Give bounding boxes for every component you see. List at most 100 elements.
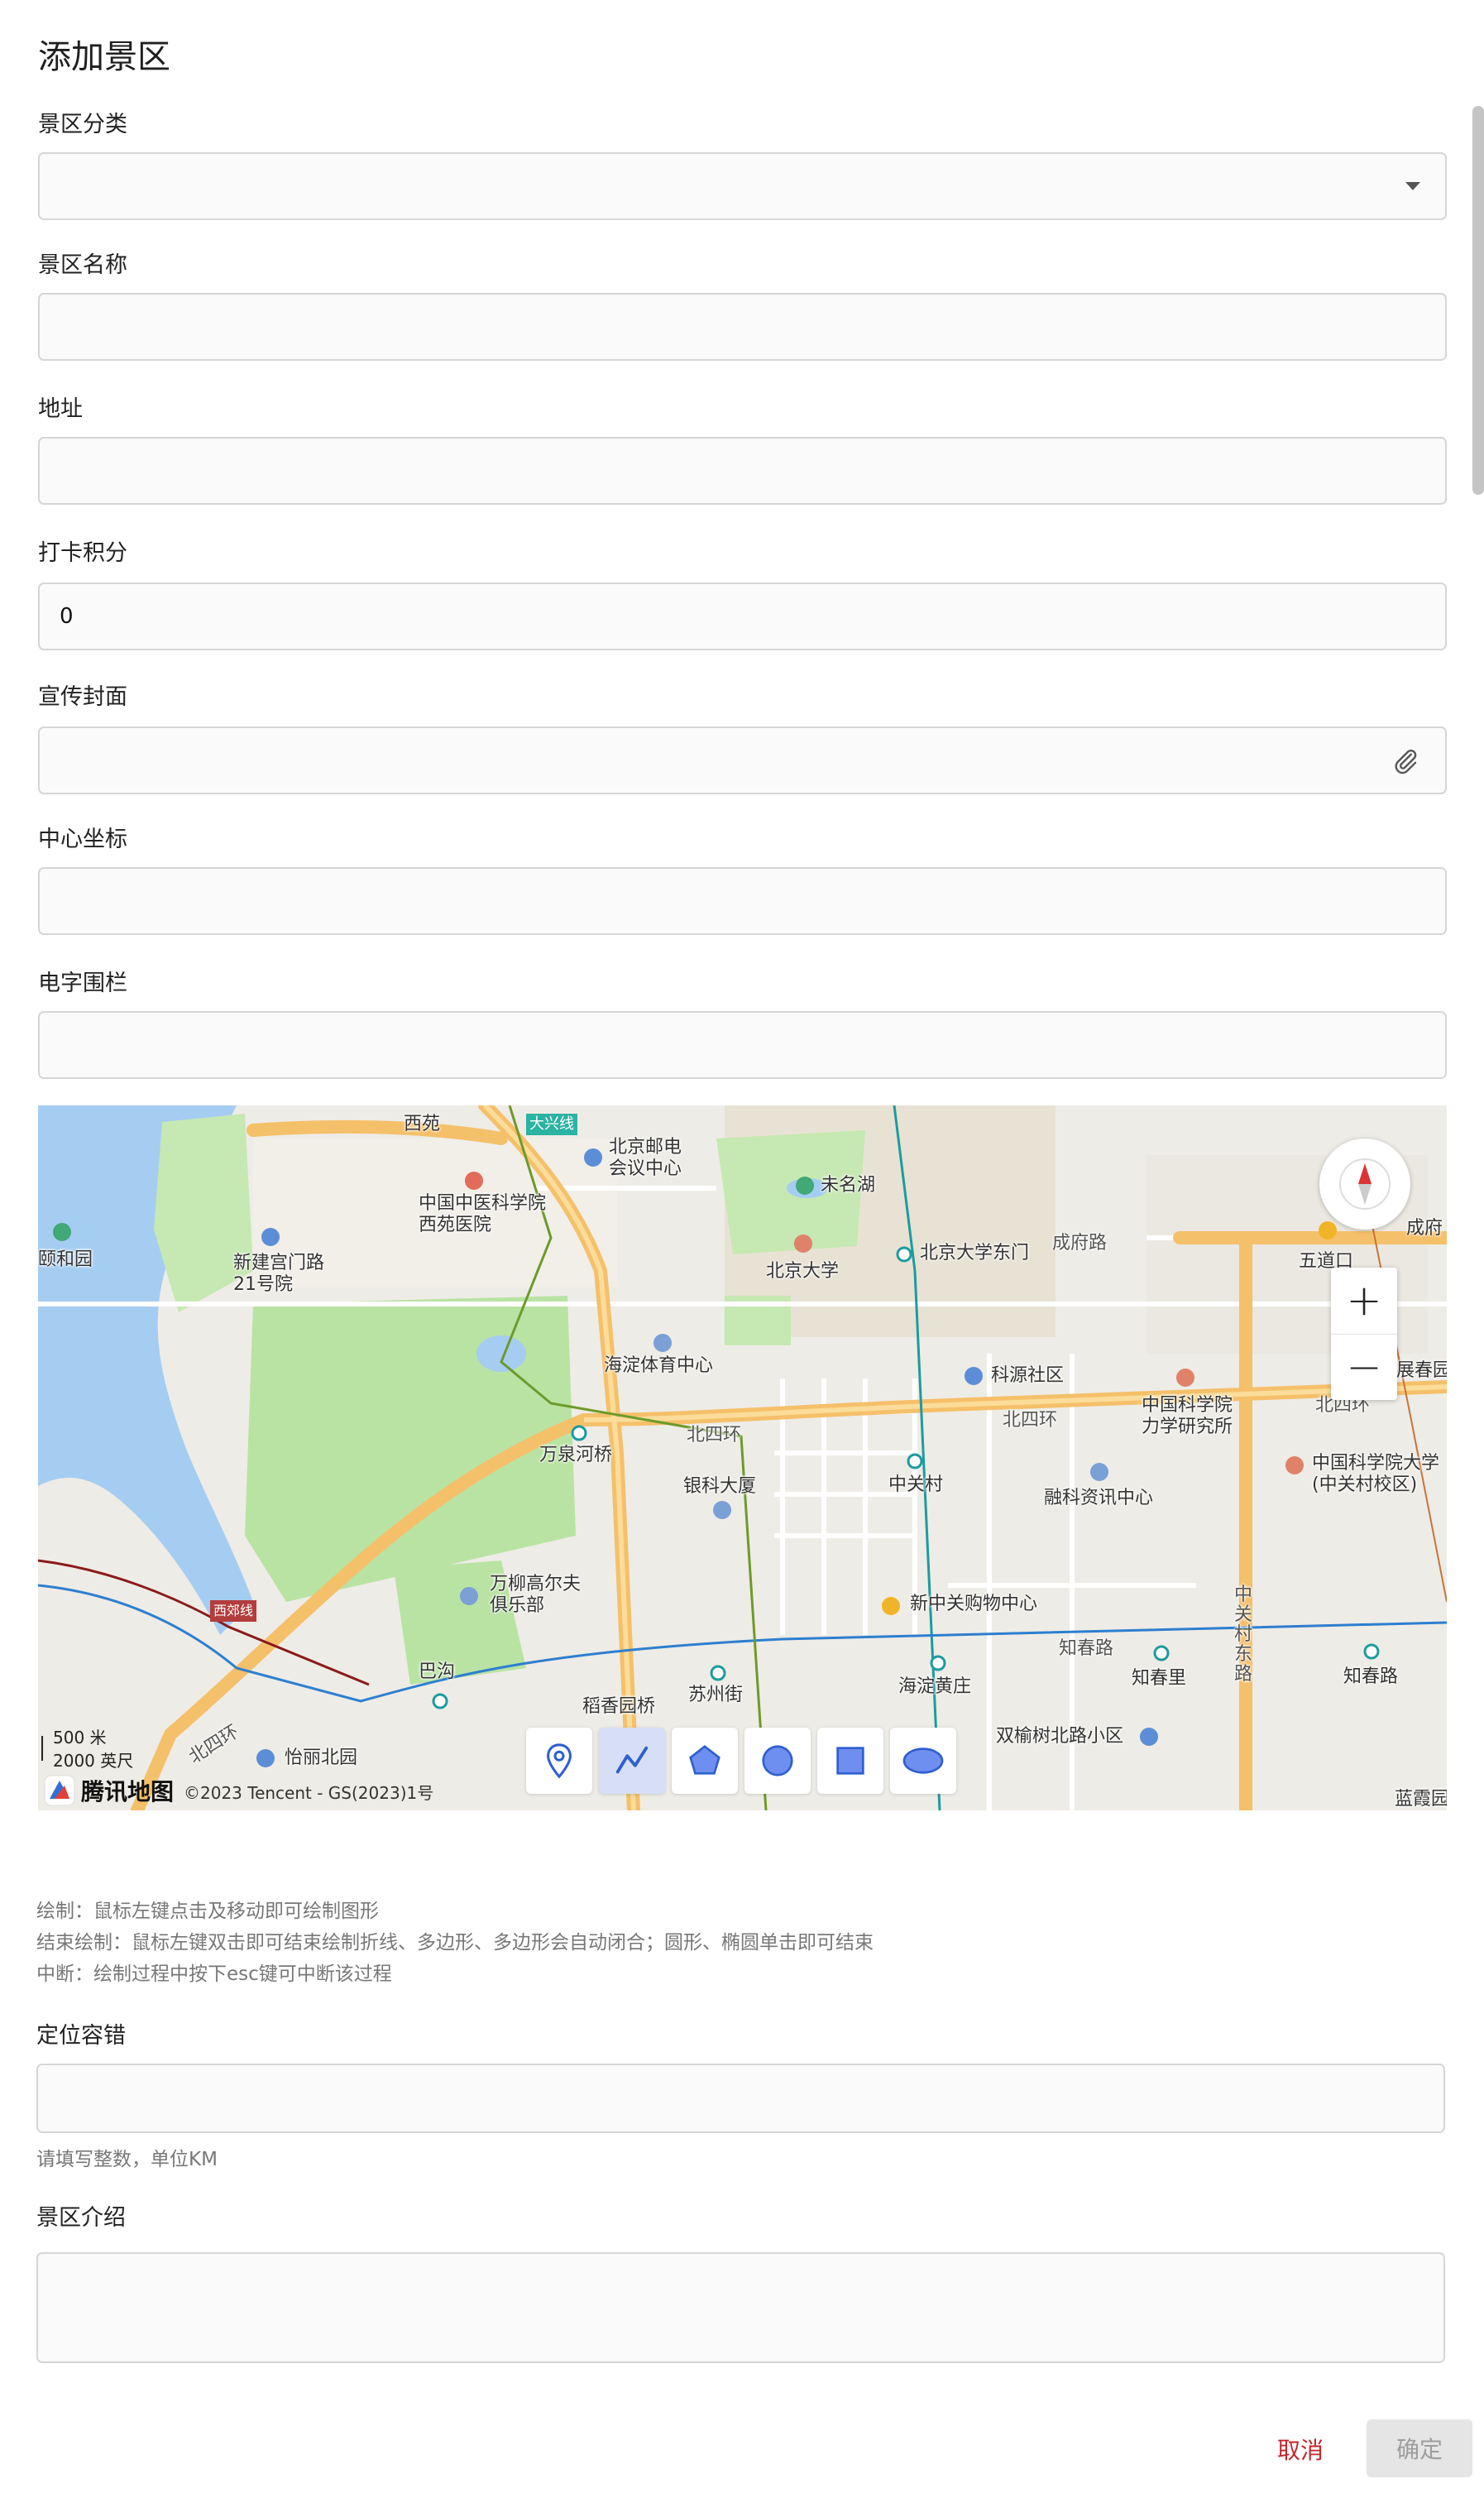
intro-textarea[interactable]	[36, 2252, 1445, 2363]
help-finish: 结束绘制：鼠标左键双击即可结束绘制折线、多边形、多边形会自动闭合；圆形、椭圆单击…	[36, 1932, 874, 1954]
cancel-button[interactable]: 取消	[1257, 2423, 1343, 2476]
fence-label: 电字围栏	[38, 971, 127, 996]
confirm-button[interactable]: 确定	[1367, 2419, 1472, 2477]
poi-label: 双榆树北路小区	[996, 1726, 1124, 1747]
category-label: 景区分类	[38, 112, 127, 137]
zoom-control: + −	[1331, 1268, 1397, 1400]
poi-label: 北京大学	[766, 1261, 840, 1282]
subway-line-badge: 西郊线	[210, 1600, 257, 1622]
name-field[interactable]	[38, 293, 1447, 361]
poi-label: 苏州街	[688, 1685, 744, 1705]
rectangle-icon	[836, 1747, 864, 1775]
poi-label: 蓝霞园	[1395, 1789, 1447, 1810]
poi-label: 颐和园	[38, 1249, 93, 1270]
poi-label: 未名湖	[821, 1175, 876, 1196]
cover-upload-field[interactable]	[38, 726, 1447, 794]
center-field[interactable]	[38, 867, 1447, 935]
poi-label: 知春路	[1343, 1666, 1399, 1687]
draw-polyline-button[interactable]	[599, 1728, 665, 1794]
poi-label: 西苑	[404, 1114, 441, 1134]
page-scrollbar[interactable]	[1472, 106, 1484, 495]
stadium-poi-icon	[653, 1334, 672, 1352]
fence-input[interactable]	[60, 1033, 1445, 1057]
circle-icon	[762, 1745, 793, 1776]
poi-label: 知春里	[1132, 1668, 1187, 1689]
zoom-in-button[interactable]: +	[1331, 1268, 1397, 1334]
road-label: 成府路	[1052, 1233, 1108, 1254]
compass-icon	[1339, 1158, 1391, 1210]
poi-label: 展春园	[1396, 1360, 1447, 1381]
poi-label: 海淀体育中心	[604, 1355, 714, 1376]
draw-toolbar	[526, 1728, 956, 1794]
scale-legend: 500 米 2000 英尺	[45, 1726, 133, 1772]
poi-label: 融科资讯中心	[1044, 1488, 1154, 1508]
polygon-icon	[689, 1745, 720, 1775]
shopping-poi-icon	[882, 1597, 900, 1615]
poi-label: 新中关购物中心	[910, 1594, 1038, 1614]
poi-label: 稻香园桥	[582, 1696, 656, 1717]
residence-poi-icon	[965, 1367, 983, 1385]
tolerance-input[interactable]	[58, 2086, 1443, 2111]
name-input[interactable]	[60, 314, 1445, 339]
points-value: 0	[60, 604, 74, 629]
poi-label: 成府	[1406, 1218, 1443, 1239]
draw-marker-button[interactable]	[526, 1728, 592, 1794]
tolerance-hint: 请填写整数，单位KM	[36, 2149, 218, 2170]
tolerance-label: 定位容错	[36, 2023, 126, 2049]
poi-label: 中国中医科学院西苑医院	[419, 1193, 547, 1235]
poi-label: 银科大厦	[683, 1476, 757, 1497]
residence-poi-icon	[261, 1228, 280, 1246]
map-brand: 腾讯地图	[43, 1774, 174, 1807]
page-title: 添加景区	[38, 38, 170, 76]
help-interrupt: 中断：绘制过程中按下esc键可中断该过程	[36, 1963, 392, 1985]
university-poi-icon	[1285, 1456, 1304, 1474]
poi-label: 万泉河桥	[539, 1445, 613, 1465]
scale-metric: 500 米	[53, 1728, 107, 1747]
address-input[interactable]	[60, 458, 1445, 483]
draw-ellipse-button[interactable]	[890, 1728, 956, 1794]
hotel-poi-icon	[584, 1148, 602, 1167]
park-poi-icon	[53, 1223, 71, 1241]
office-poi-icon	[1090, 1463, 1108, 1481]
points-field[interactable]: 0	[38, 582, 1447, 650]
intro-label: 景区介绍	[36, 2205, 126, 2231]
road-label: 中关村东路	[1234, 1584, 1253, 1685]
category-select[interactable]	[38, 152, 1447, 220]
institute-poi-icon	[1176, 1369, 1194, 1387]
fence-map[interactable]: 西苑 大兴线 北京邮电会议中心 未名湖 中国中医科学院西苑医院 颐和园 新建宫门…	[38, 1105, 1447, 1810]
map-copyright: ©2023 Tencent - GS(2023)1号	[184, 1783, 434, 1803]
poi-label: 北京大学东门	[920, 1243, 1030, 1263]
ellipse-icon	[902, 1747, 944, 1774]
university-poi-icon	[794, 1235, 812, 1253]
compass-control[interactable]	[1319, 1139, 1410, 1230]
center-input[interactable]	[60, 889, 1445, 913]
road-label: 北四环	[687, 1425, 742, 1445]
fence-field[interactable]	[38, 1011, 1447, 1079]
residence-poi-icon	[1140, 1728, 1158, 1746]
poi-label: 北京邮电会议中心	[609, 1137, 682, 1179]
tolerance-field[interactable]	[36, 2064, 1445, 2133]
scenic-poi-icon	[796, 1177, 814, 1195]
polyline-icon	[615, 1746, 649, 1774]
draw-circle-button[interactable]	[744, 1728, 811, 1794]
address-label: 地址	[38, 396, 83, 422]
paperclip-icon[interactable]	[1391, 746, 1420, 782]
tencent-map-logo-icon	[44, 1775, 75, 1806]
marker-icon	[547, 1743, 572, 1779]
address-field[interactable]	[38, 437, 1447, 505]
scale-bar	[41, 1736, 43, 1761]
cover-label: 宣传封面	[38, 684, 127, 710]
poi-label: 中国科学院力学研究所	[1142, 1395, 1233, 1437]
draw-polygon-button[interactable]	[672, 1728, 738, 1794]
draw-rectangle-button[interactable]	[817, 1728, 883, 1794]
road-label: 知春路	[1059, 1638, 1114, 1659]
office-poi-icon	[713, 1501, 731, 1519]
hospital-poi-icon	[465, 1172, 483, 1190]
poi-label: 科源社区	[991, 1365, 1065, 1386]
poi-label: 海淀黄庄	[898, 1676, 972, 1697]
zoom-out-button[interactable]: −	[1331, 1334, 1397, 1400]
points-label: 打卡积分	[38, 540, 127, 566]
road-label: 北四环	[1003, 1410, 1058, 1431]
poi-label: 巴沟	[419, 1661, 456, 1682]
residence-poi-icon	[256, 1749, 275, 1767]
